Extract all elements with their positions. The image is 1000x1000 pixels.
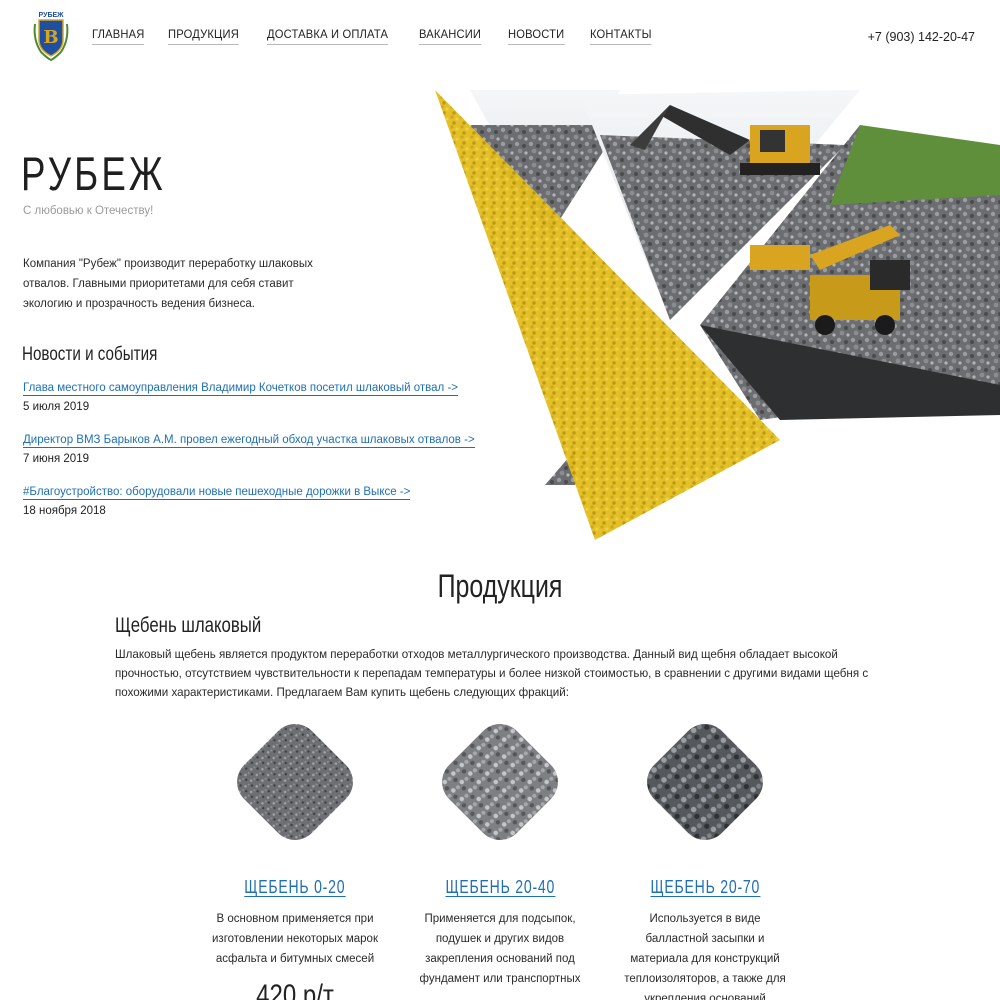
news-link[interactable]: #Благоустройство: оборудовали новые пеше… <box>23 486 411 500</box>
news-link[interactable]: Глава местного самоуправления Владимир К… <box>23 382 459 396</box>
news-date: 7 июня 2019 <box>23 453 89 465</box>
phone-number[interactable]: +7 (903) 142-20-47 <box>868 30 975 44</box>
nav-home[interactable]: ГЛАВНАЯ <box>92 27 145 45</box>
product-price: 420 р/т <box>256 979 334 1000</box>
gravel-0-20-image[interactable] <box>205 722 385 872</box>
news-date: 18 ноября 2018 <box>23 505 106 517</box>
product-card: ЩЕБЕНЬ 20-40 Применяется для подсыпок, п… <box>410 722 590 989</box>
gravel-20-40-image[interactable] <box>410 722 590 872</box>
news-list: Глава местного самоуправления Владимир К… <box>23 376 493 532</box>
product-text: В основном применяется при изготовлении … <box>212 913 378 965</box>
product-title[interactable]: ЩЕБЕНЬ 20-70 <box>650 878 760 897</box>
product-cards: ЩЕБЕНЬ 0-20 В основном применяется при и… <box>0 722 1000 1000</box>
news-date: 5 июля 2019 <box>23 401 90 413</box>
news-item: Директор ВМЗ Барыков А.М. провел ежегодн… <box>23 428 493 465</box>
product-card: ЩЕБЕНЬ 0-20 В основном применяется при и… <box>205 722 385 1000</box>
logo-caption: РУБЕЖ <box>39 12 65 19</box>
slogan: С любовью к Отечеству! <box>23 205 154 217</box>
product-title[interactable]: ЩЕБЕНЬ 0-20 <box>244 878 346 897</box>
company-logo[interactable]: РУБЕЖ В <box>31 10 71 62</box>
nav-vacancies[interactable]: ВАКАНСИИ <box>418 27 482 45</box>
news-item: Глава местного самоуправления Владимир К… <box>23 376 493 413</box>
section-title-products: Продукция <box>437 568 563 604</box>
news-link[interactable]: Директор ВМЗ Барыков А.М. провел ежегодн… <box>23 434 475 448</box>
nav-products[interactable]: ПРОДУКЦИЯ <box>168 27 240 45</box>
product-heading: Щебень шлаковый <box>115 614 262 637</box>
product-card: ЩЕБЕНЬ 20-70 Используется в виде балласт… <box>615 722 795 1000</box>
product-text: Используется в виде балластной засыпки и… <box>624 913 786 1000</box>
product-title[interactable]: ЩЕБЕНЬ 20-40 <box>445 878 555 897</box>
news-item: #Благоустройство: оборудовали новые пеше… <box>23 480 493 517</box>
hero-quarry-image <box>435 90 1000 540</box>
nav-contacts[interactable]: КОНТАКТЫ <box>590 27 652 45</box>
intro-text: Компания "Рубеж" производит переработку … <box>23 258 313 310</box>
page-title: РУБЕЖ <box>21 147 166 200</box>
product-description: Шлаковый щебень является продуктом перер… <box>115 648 869 699</box>
nav-news[interactable]: НОВОСТИ <box>507 27 565 45</box>
gravel-20-70-image[interactable] <box>615 722 795 872</box>
product-text: Применяется для подсыпок, подушек и друг… <box>419 913 581 985</box>
logo-letter: В <box>43 27 58 48</box>
news-heading: Новости и события <box>22 344 158 365</box>
main-nav: ГЛАВНАЯ ПРОДУКЦИЯ ДОСТАВКА И ОПЛАТА ВАКА… <box>92 27 679 45</box>
nav-delivery[interactable]: ДОСТАВКА И ОПЛАТА <box>266 27 388 45</box>
